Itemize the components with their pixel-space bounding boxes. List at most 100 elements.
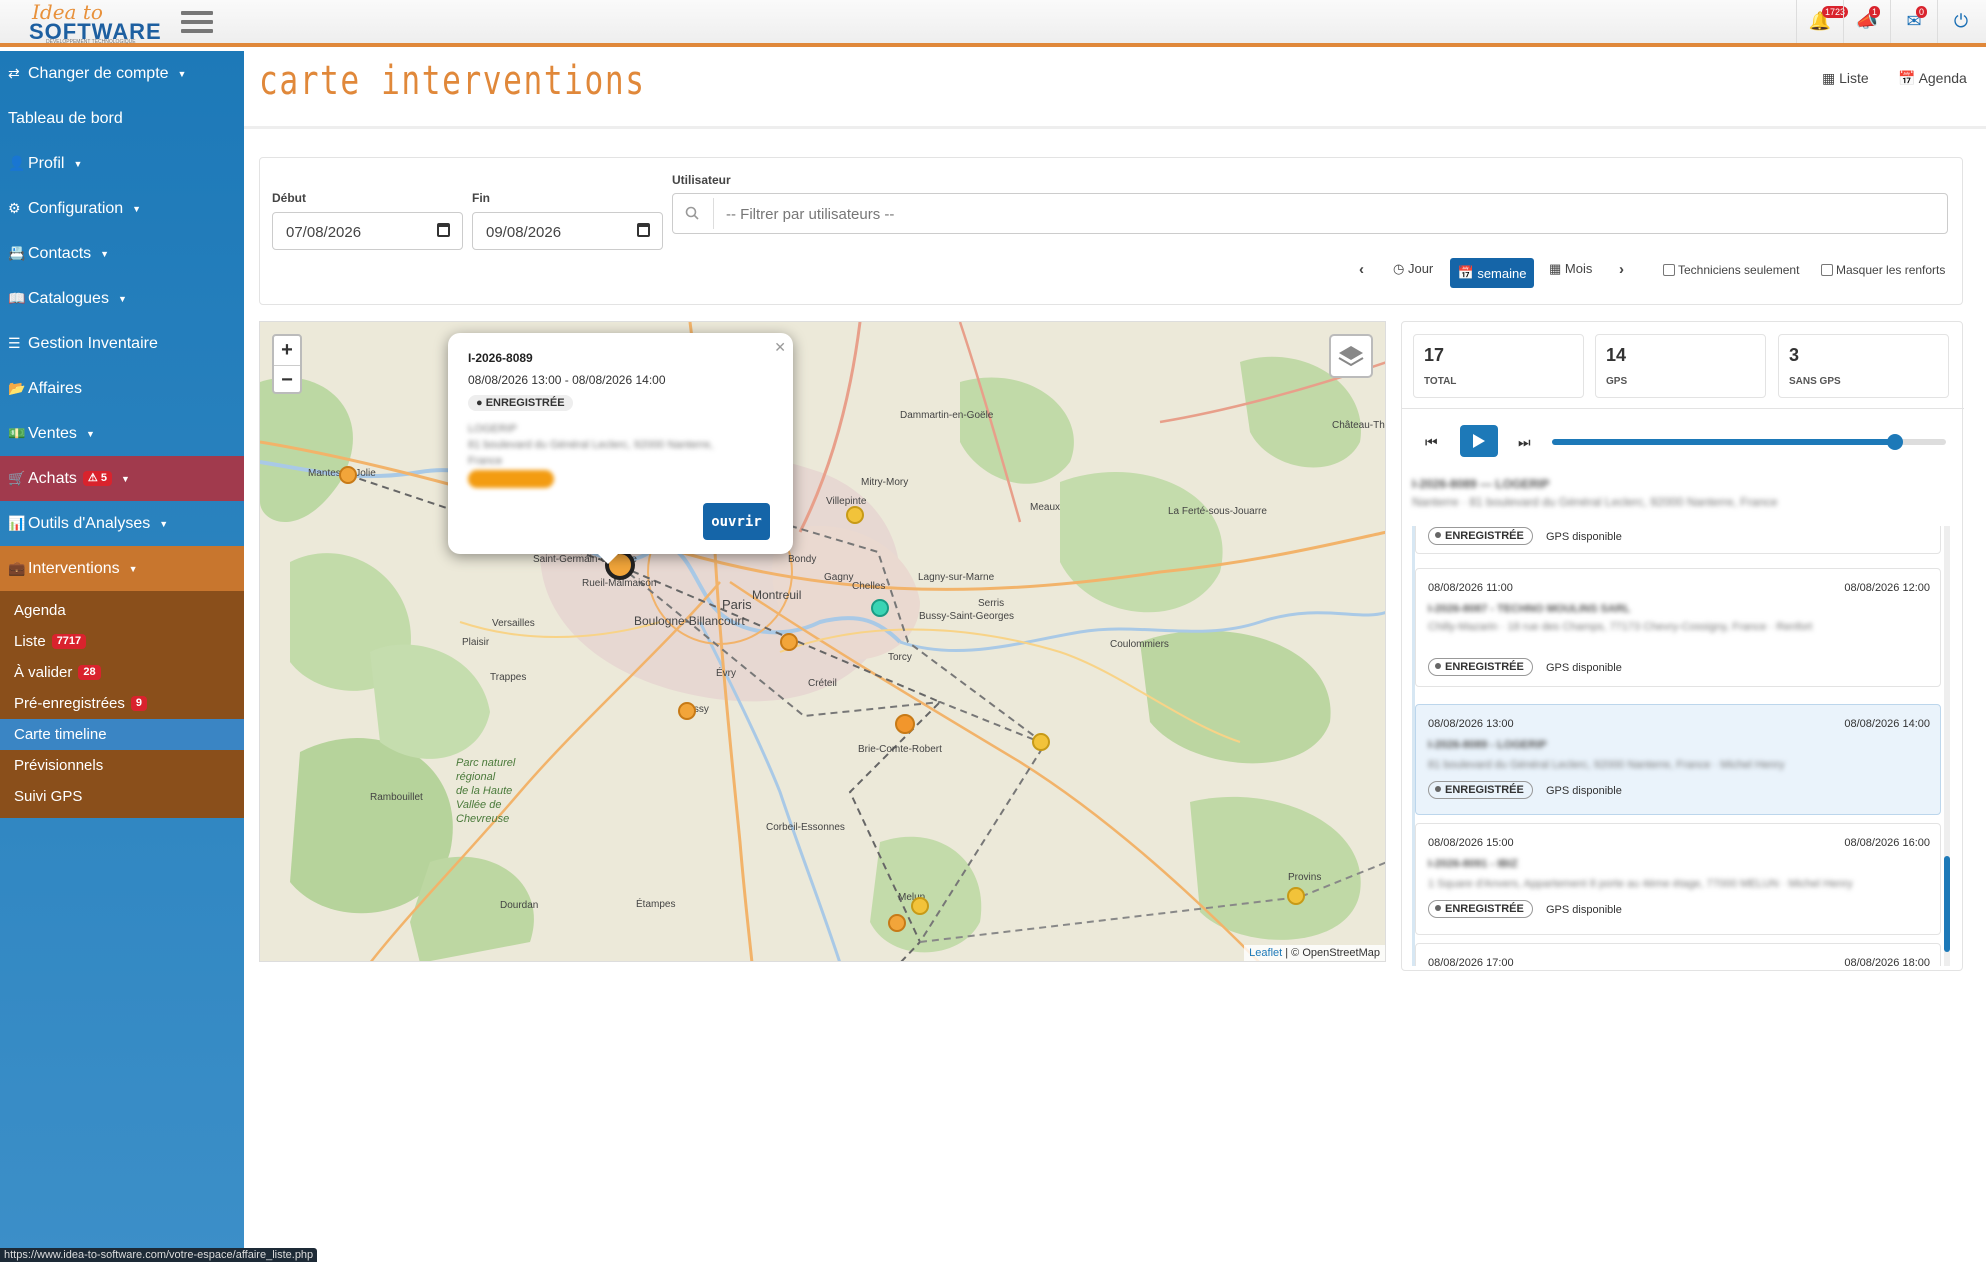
sidebar-item-ventes[interactable]: 💵 Ventes ▼ [0, 411, 244, 456]
close-icon[interactable]: ✕ [774, 339, 786, 356]
layers-button[interactable] [1329, 334, 1373, 378]
timeline-card[interactable]: 08/08/2026 15:00 08/08/2026 16:00 I-2026… [1415, 823, 1941, 935]
submenu-item-liste[interactable]: Liste 7717 [0, 626, 244, 657]
a-valider-badge: 28 [78, 665, 101, 680]
card-gps-label: GPS disponible [1546, 662, 1622, 674]
techniciens-checkbox[interactable]: Techniciens seulement [1663, 263, 1799, 277]
fin-date-input[interactable]: 09/08/2026 [472, 212, 663, 250]
checkbox-box[interactable] [1821, 264, 1833, 276]
money-icon: 💵 [8, 425, 26, 441]
popup-title: I-2026-8089 [468, 351, 533, 365]
submenu-item-agenda[interactable]: Agenda [0, 595, 244, 626]
sidebar-item-gestion-inventaire[interactable]: ☰ Gestion Inventaire [0, 321, 244, 366]
map-label-line: Vallée de [456, 799, 501, 811]
semaine-button[interactable]: 📅 semaine [1450, 258, 1534, 288]
debut-date-input[interactable]: 07/08/2026 [272, 212, 463, 250]
sidebar-item-affaires[interactable]: 📂 Affaires [0, 366, 244, 411]
timeline-card[interactable]: 08/08/2026 11:00 08/08/2026 12:00 I-2026… [1415, 568, 1941, 687]
skip-back-icon[interactable]: ⏮ [1425, 434, 1438, 451]
clock-icon: ◷ [1393, 261, 1408, 276]
card-status-badge: ENREGISTRÉE [1428, 658, 1533, 676]
sidebar-item-catalogues[interactable]: 📖 Catalogues ▼ [0, 276, 244, 321]
logo[interactable]: Idea to SOFTWARE DÉVELOPPEMENT TECHNOLOG… [18, 0, 161, 45]
sidebar-item-changer-compte[interactable]: ⇄ Changer de compte ▼ [0, 51, 244, 96]
popup-open-button[interactable]: ouvrir [703, 503, 770, 540]
masquer-renforts-checkbox[interactable]: Masquer les renforts [1821, 263, 1945, 277]
layers-icon [1338, 346, 1364, 367]
sidebar-item-contacts[interactable]: 📇 Contacts ▼ [0, 231, 244, 276]
slider-handle[interactable] [1886, 434, 1903, 450]
caret-down-icon: ▼ [159, 518, 169, 529]
zoom-in-button[interactable]: + [274, 336, 300, 365]
logo-tagline: DÉVELOPPEMENT TECHNOLOGIQUE [46, 39, 136, 45]
popup-country: France [468, 455, 503, 467]
sidebar-item-interventions[interactable]: 💼 Interventions ▼ [0, 546, 244, 591]
view-agenda-button[interactable]: 📅 Agenda [1898, 70, 1967, 87]
skip-forward-icon[interactable]: ⏭ [1518, 434, 1531, 451]
mois-button[interactable]: ▦ Mois [1549, 261, 1592, 277]
user-filter-input[interactable]: -- Filtrer par utilisateurs -- [672, 193, 1948, 234]
play-button[interactable] [1460, 425, 1498, 457]
card-address: Chilly-Mazarin · 18 rue des Champs, 7717… [1428, 621, 1813, 633]
hamburger-menu-icon[interactable] [181, 8, 213, 38]
view-liste-button[interactable]: ▦ Liste [1822, 70, 1869, 87]
interventions-submenu: Agenda Liste 7717 À valider 28 Pré-enregis… [0, 591, 244, 818]
play-icon [1473, 434, 1485, 448]
submenu-item-suivi-gps[interactable]: Suivi GPS [0, 781, 244, 812]
sidebar-item-configuration[interactable]: ⚙ Configuration ▼ [0, 186, 244, 231]
scrollbar-thumb[interactable] [1944, 856, 1950, 952]
stat-label: GPS [1606, 376, 1628, 387]
map[interactable]: Paris Montreuil Boulogne-Billancourt Sai… [259, 321, 1386, 962]
logout-button[interactable]: ⏻ [1937, 0, 1984, 43]
timeline-card[interactable]: 08/08/2026 17:00 08/08/2026 18:00 [1415, 943, 1941, 966]
sidebar-item-achats[interactable]: 🛒 Achats ⚠ 5 ▼ [0, 456, 244, 501]
sidebar-item-outils-analyses[interactable]: 📊 Outils d'Analyses ▼ [0, 501, 244, 546]
submenu-item-a-valider[interactable]: À valider 28 [0, 657, 244, 688]
leaflet-link[interactable]: Leaflet [1249, 947, 1282, 959]
messages-button[interactable]: ✉ 0 [1890, 0, 1937, 43]
calendar-icon[interactable] [637, 223, 650, 237]
timeline-card-active[interactable]: 08/08/2026 13:00 08/08/2026 14:00 I-2026… [1415, 704, 1941, 815]
prev-period-icon[interactable]: ‹ [1359, 261, 1364, 278]
sidebar-item-profil[interactable]: 👤 Profil ▼ [0, 141, 244, 186]
timeline-list[interactable]: ENREGISTRÉE GPS disponible 08/08/2026 11… [1412, 526, 1950, 966]
card-end: 08/08/2026 18:00 [1844, 957, 1930, 966]
map-label: Trappes [490, 672, 526, 683]
map-label: Chelles [852, 581, 885, 592]
submenu-item-pre-enregistrees[interactable]: Pré-enregistrées 9 [0, 688, 244, 719]
announcements-button[interactable]: 📣 1 [1843, 0, 1890, 43]
submenu-item-previsionnels[interactable]: Prévisionnels [0, 750, 244, 781]
sidebar-item-tableau-de-bord[interactable]: Tableau de bord [0, 96, 244, 141]
address-book-icon: 📇 [8, 245, 26, 261]
map-label: Évry [716, 666, 736, 679]
timeline-card[interactable]: ENREGISTRÉE GPS disponible [1415, 526, 1941, 554]
notifications-button[interactable]: 🔔 1723 [1796, 0, 1849, 43]
calendar-icon[interactable] [437, 223, 450, 237]
zoom-out-button[interactable]: − [274, 365, 300, 394]
caret-down-icon: ▼ [177, 68, 187, 79]
next-period-icon[interactable]: › [1619, 261, 1624, 278]
map-label: Brie-Comte-Robert [858, 744, 942, 755]
techniciens-label: Techniciens seulement [1678, 263, 1800, 277]
briefcase-icon: 💼 [8, 560, 26, 576]
timeline-panel: 17 TOTAL 14 GPS 3 SANS GPS ⏮ ⏭ I-2026-8089 … [1401, 321, 1964, 971]
submenu-item-carte-timeline[interactable]: Carte timeline [0, 719, 244, 750]
map-label: Dammartin-en-Goële [900, 410, 994, 421]
sidebar-item-label: Changer de compte [28, 64, 169, 82]
map-label: Dourdan [500, 900, 538, 911]
timeline-slider[interactable] [1552, 434, 1946, 450]
map-tiles[interactable]: Paris Montreuil Boulogne-Billancourt Sai… [260, 322, 1386, 962]
semaine-label: semaine [1477, 265, 1527, 281]
user-filter-placeholder: -- Filtrer par utilisateurs -- [726, 206, 895, 223]
exchange-icon: ⇄ [8, 65, 20, 81]
map-label: Serris [978, 598, 1004, 609]
page-title: carte interventions [259, 58, 646, 104]
achats-badge: ⚠ 5 [82, 471, 112, 486]
card-address: 81 boulevard du Général Leclerc, 92000 N… [1428, 759, 1785, 771]
checkbox-box[interactable] [1663, 264, 1675, 276]
jour-button[interactable]: ◷ Jour [1393, 261, 1433, 277]
input-separator [713, 198, 714, 229]
submenu-item-label: Carte timeline [14, 726, 107, 743]
zoom-control: + − [272, 334, 302, 394]
popup-status-badge: ● ENREGISTRÉE [468, 395, 573, 411]
